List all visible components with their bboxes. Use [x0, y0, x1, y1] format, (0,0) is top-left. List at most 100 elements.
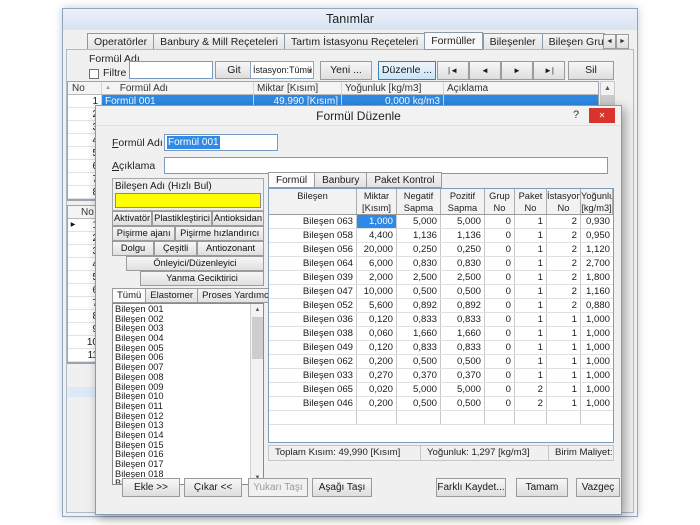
grid-cell[interactable]: Bileşen 065 [269, 383, 357, 396]
grid-cell[interactable]: 0,250 [397, 243, 441, 256]
grid-header-cell[interactable]: Bileşen [269, 189, 357, 214]
grid-cell[interactable]: 0,200 [357, 397, 397, 410]
nav-prev-button[interactable]: ◄ [469, 61, 501, 80]
grid-cell[interactable]: Bileşen 039 [269, 271, 357, 284]
grid-row[interactable]: Bileşen 0631,0005,0005,0000120,930 [269, 215, 613, 229]
grid-cell[interactable]: 0 [485, 257, 515, 270]
grid-row[interactable]: Bileşen 0646,0000,8300,8300122,700 [269, 257, 613, 271]
grid-cell[interactable]: 0,500 [397, 397, 441, 410]
grid-cell[interactable]: 0,500 [441, 285, 485, 298]
quick-find-input[interactable] [115, 193, 261, 208]
grid-cell[interactable]: 0,500 [441, 397, 485, 410]
grid-row[interactable]: Bileşen 0330,2700,3700,3700111,000 [269, 369, 613, 383]
grid-cell[interactable]: Bileşen 033 [269, 369, 357, 382]
category-button[interactable]: Aktivatör [112, 211, 152, 226]
component-tab[interactable]: Tümü [112, 288, 145, 303]
grid-cell[interactable]: 1,136 [397, 229, 441, 242]
grid-cell[interactable]: 2,000 [357, 271, 397, 284]
grid-cell[interactable]: 1 [515, 285, 547, 298]
grid-cell[interactable]: 1 [515, 355, 547, 368]
main-window-titlebar[interactable]: Tanımlar [63, 9, 637, 30]
grid-row[interactable]: Bileşen 0490,1200,8330,8330111,000 [269, 341, 613, 355]
grid-cell[interactable]: 2 [515, 397, 547, 410]
nav-last-button[interactable]: ►| [533, 61, 565, 80]
yukari-tasi-button[interactable]: Yukarı Taşı [248, 478, 308, 497]
grid-header-cell[interactable]: Miktar[Kısım] [357, 189, 397, 214]
grid-cell[interactable]: 1 [515, 215, 547, 228]
grid-cell[interactable]: 1 [515, 243, 547, 256]
grid-cell[interactable]: 5,000 [441, 215, 485, 228]
grid-cell[interactable]: 1,000 [581, 355, 613, 368]
grid-cell[interactable]: 2,700 [581, 257, 613, 270]
main-tab[interactable]: Operatörler [87, 33, 153, 50]
category-button[interactable]: Dolgu [112, 241, 154, 256]
grid-cell[interactable]: 0,020 [357, 383, 397, 396]
tab-scroll-right-icon[interactable]: ► [616, 34, 629, 49]
grid-cell[interactable]: 0,833 [397, 313, 441, 326]
git-button[interactable]: Git [215, 61, 253, 79]
category-button[interactable]: Plastikleştirici [152, 211, 212, 226]
grid-cell[interactable]: 2 [547, 229, 581, 242]
grid-cell[interactable]: 1 [515, 313, 547, 326]
grid-cell[interactable]: 2 [547, 215, 581, 228]
grid-row[interactable]: Bileşen 0620,2000,5000,5000111,000 [269, 355, 613, 369]
grid-cell[interactable]: 0,930 [581, 215, 613, 228]
grid-header-cell[interactable]: GrupNo [485, 189, 515, 214]
grid-tab[interactable]: Paket Kontrol [366, 172, 442, 188]
grid-cell[interactable]: 1 [515, 257, 547, 270]
grid-cell[interactable]: 1 [515, 229, 547, 242]
grid-row[interactable]: Bileşen 0525,6000,8920,8920120,880 [269, 299, 613, 313]
grid-cell[interactable]: 4,400 [357, 229, 397, 242]
main-tab[interactable]: Formüller [424, 32, 482, 50]
grid-cell[interactable]: 1,000 [581, 369, 613, 382]
grid-cell[interactable]: 0 [485, 327, 515, 340]
grid-cell[interactable]: 0,270 [357, 369, 397, 382]
grid-cell[interactable]: 1,120 [581, 243, 613, 256]
cikar-button[interactable]: Çıkar << [184, 478, 242, 497]
grid-cell[interactable]: 1 [547, 355, 581, 368]
grid-header-cell[interactable]: PozitifSapma [%] [441, 189, 485, 214]
grid-cell[interactable]: 1,160 [581, 285, 613, 298]
grid-cell[interactable]: 10,000 [357, 285, 397, 298]
farkli-kaydet-button[interactable]: Farklı Kaydet... [436, 478, 506, 497]
main-tab[interactable]: Tartım İstasyonu Reçeteleri [284, 33, 424, 50]
category-button[interactable]: Pişirme hızlandırıcı [175, 226, 264, 241]
grid-header-cell[interactable]: Yoğunluk[kg/m3] [581, 189, 613, 214]
grid-cell[interactable]: 0 [485, 299, 515, 312]
grid-cell[interactable]: Bileşen 049 [269, 341, 357, 354]
grid-cell[interactable]: 0,892 [397, 299, 441, 312]
grid-cell[interactable]: 5,000 [397, 215, 441, 228]
grid-cell[interactable]: Bileşen 052 [269, 299, 357, 312]
grid-row[interactable]: Bileşen 04710,0000,5000,5000121,160 [269, 285, 613, 299]
main-tab[interactable]: Banbury & Mill Reçeteleri [153, 33, 284, 50]
grid-cell[interactable]: 0,250 [441, 243, 485, 256]
grid-cell[interactable]: 0 [485, 215, 515, 228]
help-button[interactable]: ? [565, 108, 587, 123]
grid-cell[interactable]: 1,000 [581, 313, 613, 326]
grid-row[interactable]: Bileşen 05620,0000,2500,2500121,120 [269, 243, 613, 257]
grid-cell[interactable]: 2,500 [397, 271, 441, 284]
grid-cell[interactable]: 0,500 [441, 355, 485, 368]
grid-cell[interactable]: 1,660 [441, 327, 485, 340]
asagi-tasi-button[interactable]: Aşağı Taşı [312, 478, 372, 497]
grid-cell[interactable]: 2 [547, 257, 581, 270]
grid-cell[interactable]: 0,200 [357, 355, 397, 368]
scroll-up-icon[interactable]: ▲ [601, 82, 614, 95]
main-tab[interactable]: Bileşen Grupları [542, 33, 605, 50]
formul-table-header[interactable]: No ▲ Formül Adı Miktar [Kısım] Yoğunluk … [68, 82, 598, 95]
grid-cell[interactable]: 0,370 [441, 369, 485, 382]
formul-adi-search-input[interactable] [129, 61, 213, 79]
sil-button[interactable]: Sil [568, 61, 614, 80]
grid-cell[interactable]: 1,000 [357, 215, 397, 228]
grid-cell[interactable]: 0,060 [357, 327, 397, 340]
grid-cell[interactable]: 2,500 [441, 271, 485, 284]
grid-cell[interactable]: Bileşen 036 [269, 313, 357, 326]
component-listbox[interactable]: Bileşen 001Bileşen 002Bileşen 003Bileşen… [112, 303, 264, 485]
grid-cell[interactable]: 0,370 [397, 369, 441, 382]
grid-cell[interactable]: 2 [515, 383, 547, 396]
grid-cell[interactable]: 0 [485, 313, 515, 326]
nav-next-button[interactable]: ► [501, 61, 533, 80]
grid-row[interactable]: Bileşen 0380,0601,6601,6600111,000 [269, 327, 613, 341]
scrollbar-thumb[interactable] [252, 317, 263, 359]
grid-cell[interactable]: 0 [485, 341, 515, 354]
